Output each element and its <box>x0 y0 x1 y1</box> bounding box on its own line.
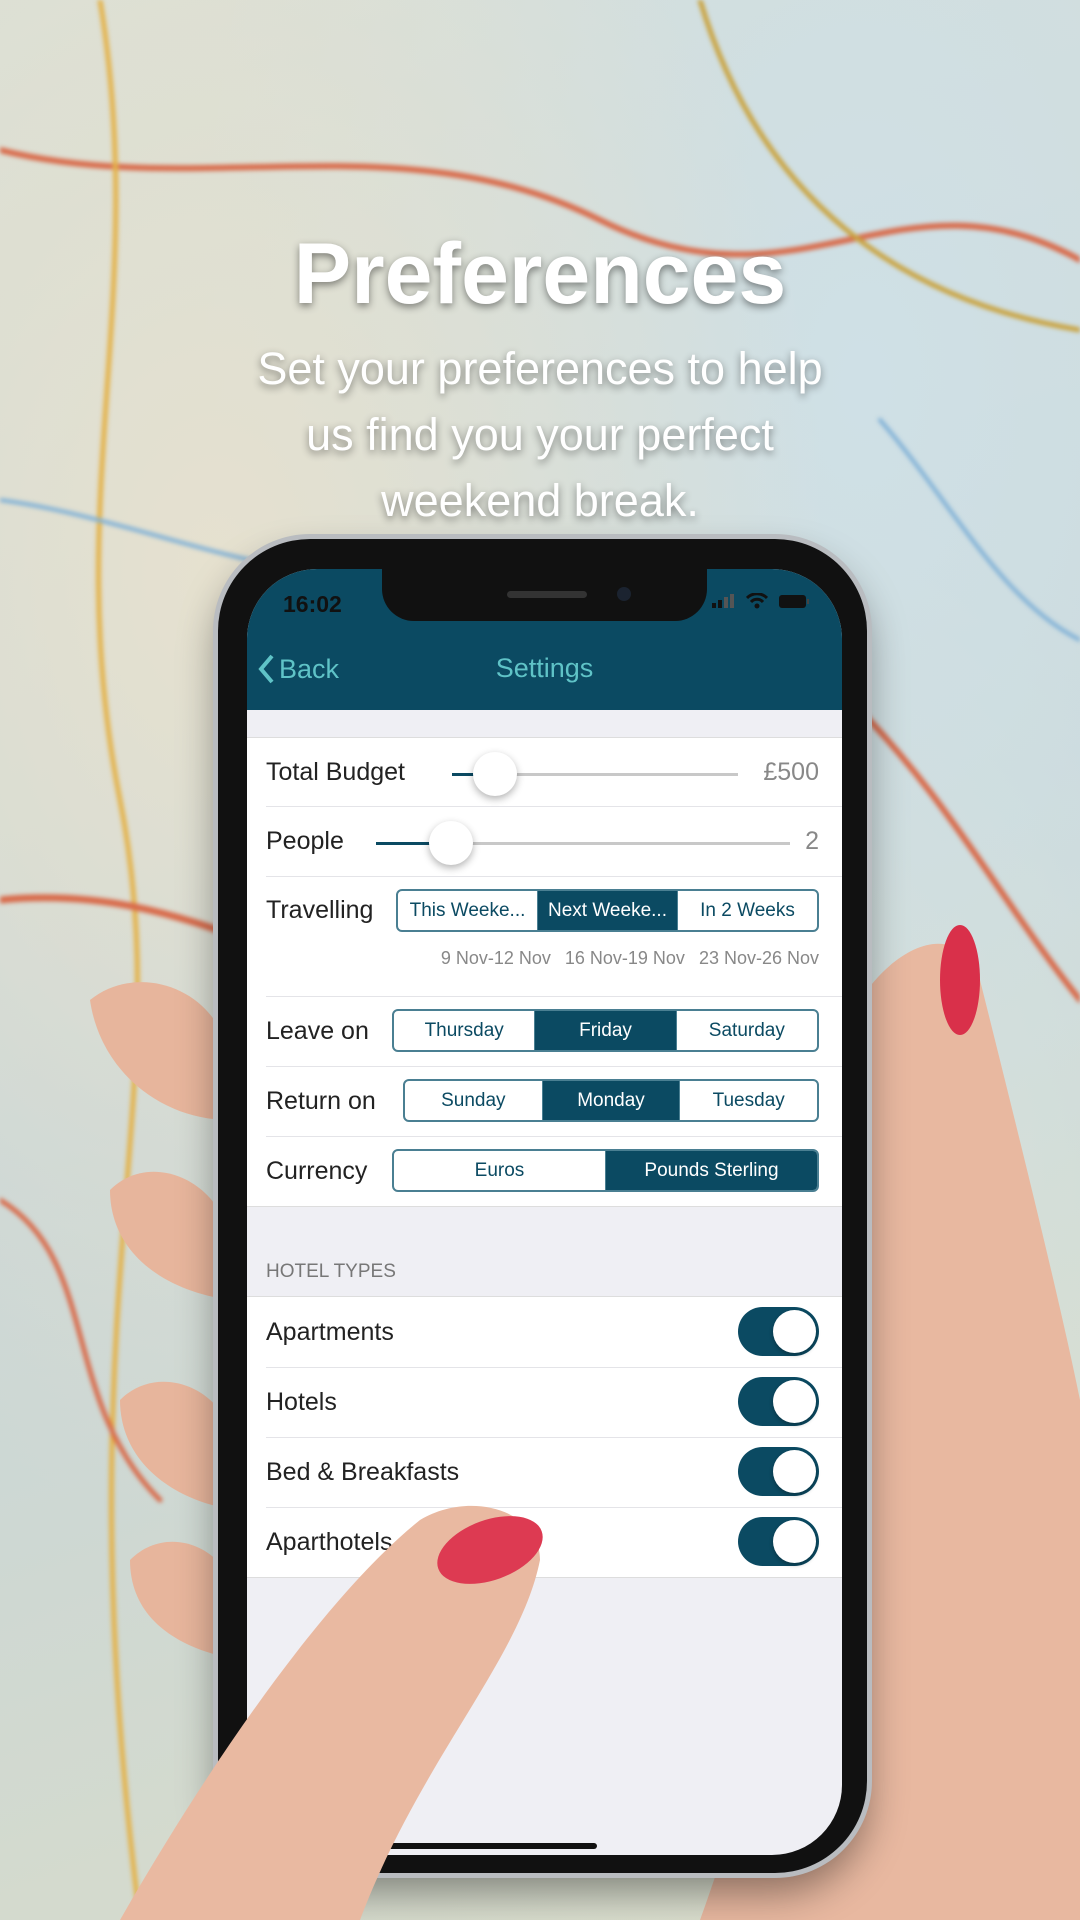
currency-segmented-control: Euros Pounds Sterling <box>392 1149 819 1192</box>
segment-monday[interactable]: Monday <box>541 1081 680 1120</box>
hero-subtitle-line: weekend break. <box>381 475 699 526</box>
date-range: 23 Nov-26 Nov <box>698 948 819 968</box>
camera <box>617 587 631 601</box>
bed-and-breakfasts-toggle[interactable] <box>738 1447 819 1496</box>
leave-on-segmented-control: Thursday Friday Saturday <box>392 1009 819 1052</box>
hero-subtitle-line: Set your preferences to help <box>257 343 823 394</box>
segment-next-weekend[interactable]: Next Weeke... <box>537 891 677 930</box>
hotel-type-label: Hotels <box>266 1388 337 1416</box>
settings-panel: Total Budget £500 People 2 Travelling Th… <box>247 737 842 1207</box>
hotel-type-row: Hotels <box>266 1367 842 1438</box>
segment-saturday[interactable]: Saturday <box>675 1011 817 1050</box>
speaker <box>507 591 587 598</box>
leave-on-label: Leave on <box>266 1017 369 1045</box>
phone-screen: 16:02 Back Settings Total Budget £500 Pe… <box>247 569 842 1855</box>
currency-row: Currency Euros Pounds Sterling <box>266 1136 842 1206</box>
leave-on-row: Leave on Thursday Friday Saturday <box>266 996 842 1067</box>
hotel-type-row: Aparthotels <box>266 1507 842 1577</box>
notch <box>382 569 707 621</box>
aparthotels-toggle[interactable] <box>738 1517 819 1566</box>
people-value: 2 <box>805 827 819 855</box>
hotel-types-panel: Apartments Hotels Bed & Breakfasts Apart… <box>247 1296 842 1578</box>
segment-sunday[interactable]: Sunday <box>405 1081 542 1120</box>
hotel-type-row: Bed & Breakfasts <box>266 1437 842 1508</box>
people-label: People <box>266 827 344 855</box>
budget-slider-thumb[interactable] <box>472 752 517 796</box>
nav-bar: 16:02 Back Settings <box>247 569 842 710</box>
segment-euros[interactable]: Euros <box>394 1151 605 1190</box>
hotels-toggle[interactable] <box>738 1377 819 1426</box>
return-on-label: Return on <box>266 1087 376 1115</box>
travelling-row: Travelling This Weeke... Next Weeke... I… <box>266 876 842 997</box>
people-slider-thumb[interactable] <box>428 821 473 865</box>
travelling-label: Travelling <box>266 896 374 924</box>
wifi-icon <box>746 593 768 609</box>
status-icons <box>712 593 810 609</box>
budget-row: Total Budget £500 <box>266 738 842 807</box>
hero-subtitle-line: us find you your perfect <box>306 409 774 460</box>
hotel-type-label: Bed & Breakfasts <box>266 1458 460 1486</box>
segment-pounds-sterling[interactable]: Pounds Sterling <box>605 1151 817 1190</box>
hero-subtitle: Set your preferences to help us find you… <box>0 336 1080 534</box>
status-time: 16:02 <box>283 591 342 617</box>
people-row: People 2 <box>266 806 842 877</box>
battery-icon <box>779 594 809 608</box>
segment-in-2-weeks[interactable]: In 2 Weeks <box>677 891 817 930</box>
hotel-type-label: Aparthotels <box>266 1528 393 1556</box>
segment-tuesday[interactable]: Tuesday <box>679 1081 817 1120</box>
travelling-dates: 9 Nov-12 Nov 16 Nov-19 Nov 23 Nov-26 Nov <box>441 948 819 969</box>
travelling-segmented-control: This Weeke... Next Weeke... In 2 Weeks <box>396 889 819 932</box>
date-range: 16 Nov-19 Nov <box>564 948 685 968</box>
page-title: Settings <box>495 653 594 683</box>
hero-title: Preferences <box>293 226 787 322</box>
budget-slider[interactable] <box>452 752 738 796</box>
segment-friday[interactable]: Friday <box>534 1011 676 1050</box>
segment-thursday[interactable]: Thursday <box>394 1011 534 1050</box>
budget-value: £500 <box>763 758 819 786</box>
date-range: 9 Nov-12 Nov <box>440 948 551 968</box>
home-indicator[interactable] <box>382 1843 597 1849</box>
hotel-type-label: Apartments <box>266 1318 394 1346</box>
hotel-type-row: Apartments <box>266 1297 842 1368</box>
signal-icon <box>712 594 734 608</box>
currency-label: Currency <box>266 1157 368 1185</box>
budget-label: Total Budget <box>266 758 405 786</box>
return-on-row: Return on Sunday Monday Tuesday <box>266 1066 842 1137</box>
hotel-types-header: HOTEL TYPES <box>266 1261 396 1282</box>
segment-this-weekend[interactable]: This Weeke... <box>398 891 537 930</box>
people-slider[interactable] <box>376 821 790 865</box>
apartments-toggle[interactable] <box>738 1307 819 1356</box>
return-on-segmented-control: Sunday Monday Tuesday <box>403 1079 819 1122</box>
